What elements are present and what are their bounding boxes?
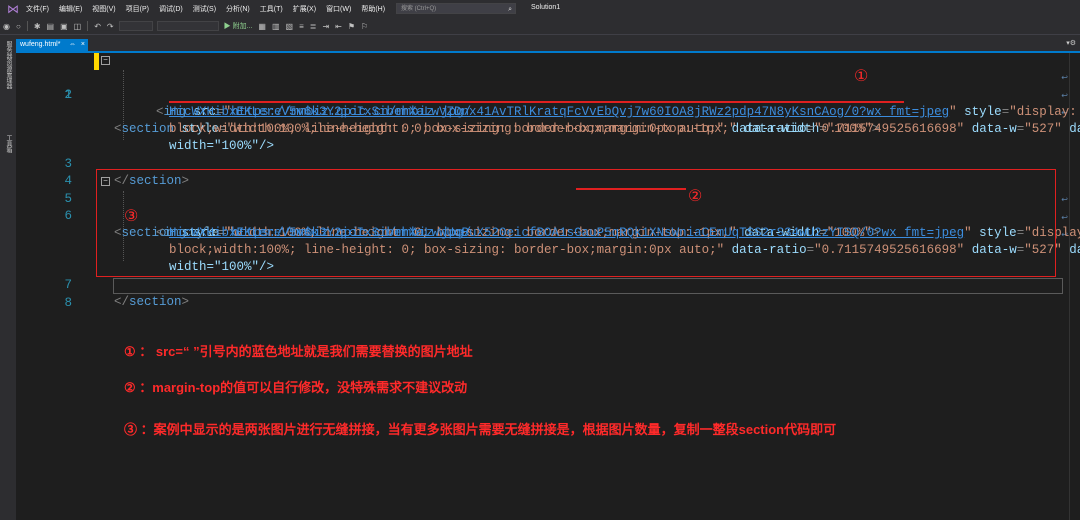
annotation-marker-3: ③ bbox=[124, 208, 139, 225]
search-icon: ⌕ bbox=[508, 6, 512, 13]
uncomment-icon[interactable]: ≣ bbox=[310, 22, 317, 31]
browser-icon[interactable]: ▦ bbox=[258, 22, 266, 31]
menu-file[interactable]: 文件(F) bbox=[26, 4, 49, 14]
toolbar-separator bbox=[26, 21, 28, 31]
menu-test[interactable]: 测试(S) bbox=[193, 4, 216, 14]
menu-tools[interactable]: 工具(T) bbox=[260, 4, 283, 14]
menu-analyze[interactable]: 分析(N) bbox=[226, 4, 250, 14]
redo-icon[interactable]: ↷ bbox=[107, 22, 114, 31]
undo-icon[interactable]: ↶ bbox=[94, 22, 101, 31]
outdent-icon[interactable]: ⇤ bbox=[335, 22, 342, 31]
code-line: 3 </section> bbox=[16, 139, 1066, 188]
search-placeholder: 搜索 (Ctrl+Q) bbox=[401, 6, 437, 12]
annotation-marker-1: ① bbox=[854, 68, 869, 85]
toolbox-icon[interactable]: ▧ bbox=[286, 22, 294, 31]
forward-icon[interactable]: ○ bbox=[16, 22, 21, 31]
left-tool-strip: 服务器资源管理器 工具箱 bbox=[0, 35, 16, 520]
menu-project[interactable]: 项目(P) bbox=[126, 4, 149, 14]
menu-extensions[interactable]: 扩展(X) bbox=[293, 4, 316, 14]
new-project-icon[interactable]: ✱ bbox=[34, 22, 41, 31]
annotation-marker-2: ② bbox=[688, 188, 703, 205]
bookmark-next-icon[interactable]: ⚐ bbox=[361, 22, 368, 31]
search-input[interactable]: 搜索 (Ctrl+Q) ⌕ bbox=[396, 3, 516, 14]
menu-view[interactable]: 视图(V) bbox=[92, 4, 115, 14]
server-explorer-tab[interactable]: 服务器资源管理器 bbox=[4, 41, 13, 89]
menu-bar: ⋈ 文件(F) 编辑(E) 视图(V) 项目(P) 调试(D) 测试(S) 分析… bbox=[0, 0, 1080, 18]
open-file-icon[interactable]: ▤ bbox=[47, 22, 55, 31]
layout-icon[interactable]: ▥ bbox=[272, 22, 280, 31]
code-editor[interactable]: ↩ ↩ ↩ ↩ ↩ ↩ 1 − <section style="width:10… bbox=[16, 53, 1080, 520]
comment-icon[interactable]: ≡ bbox=[299, 22, 304, 31]
menu-help[interactable]: 帮助(H) bbox=[361, 4, 385, 14]
note-1: ① ： src=“ ”引号内的蓝色地址就是我们需要替换的图片地址 bbox=[124, 344, 473, 359]
toolbar: ◉ ○ ✱ ▤ ▣ ◫ ↶ ↷ ▶ 附加... ▦ ▥ ▧ ≡ ≣ ⇥ ⇤ ⚑ … bbox=[0, 18, 1080, 35]
change-marker bbox=[94, 53, 99, 70]
tab-overflow-icon[interactable]: ▾⚙ bbox=[1066, 39, 1076, 47]
collapse-icon[interactable]: − bbox=[101, 56, 110, 65]
toolbox-tab[interactable]: 工具箱 bbox=[4, 135, 13, 153]
close-icon[interactable]: × bbox=[81, 39, 85, 51]
attach-button[interactable]: ▶ 附加... bbox=[224, 21, 253, 31]
tab-filename: wufeng.html* bbox=[20, 41, 61, 48]
platform-dropdown[interactable] bbox=[156, 21, 219, 31]
menu-window[interactable]: 窗口(W) bbox=[326, 4, 351, 14]
configuration-dropdown[interactable] bbox=[118, 21, 153, 31]
line-number: 8 bbox=[64, 296, 72, 310]
note-2: ② ：margin-top的值可以自行修改，没特殊需求不建议改动 bbox=[124, 380, 468, 395]
menu-edit[interactable]: 编辑(E) bbox=[59, 4, 82, 14]
code-line: 1 − <section style="width:100%;line-heig… bbox=[16, 53, 1066, 136]
tab-wufeng-html[interactable]: wufeng.html* ⇔ × bbox=[16, 39, 88, 51]
solution-name: Solution1 bbox=[531, 4, 561, 11]
toolbar-separator bbox=[87, 21, 89, 31]
code-line-wrapped: width="100%"/> bbox=[169, 139, 275, 153]
back-icon[interactable]: ◉ bbox=[3, 22, 10, 31]
second-section-highlight-box bbox=[96, 169, 1056, 277]
menu-debug[interactable]: 调试(D) bbox=[159, 4, 183, 14]
indent-icon[interactable]: ⇥ bbox=[322, 22, 329, 31]
bookmark-icon[interactable]: ⚑ bbox=[348, 22, 355, 31]
code-line-wrapped: block;width:100%; line-height: 0; box-si… bbox=[169, 122, 1080, 136]
note-3: ③ ：案例中显示的是两张图片进行无缝拼接，当有更多张图片需要无缝拼接是，根据图片… bbox=[124, 422, 837, 437]
save-icon[interactable]: ▣ bbox=[60, 22, 68, 31]
save-all-icon[interactable]: ◫ bbox=[74, 22, 82, 31]
code-line: 2 <img src="https://mmbiz.qpic.cn/mmbiz_… bbox=[16, 70, 1066, 119]
document-tab-bar: wufeng.html* ⇔ × ▾⚙ bbox=[16, 35, 1080, 53]
current-line-highlight bbox=[113, 278, 1063, 294]
visual-studio-logo-icon[interactable]: ⋈ bbox=[6, 2, 20, 16]
url-underline-1 bbox=[169, 101, 904, 103]
pin-icon[interactable]: ⇔ bbox=[69, 39, 76, 51]
